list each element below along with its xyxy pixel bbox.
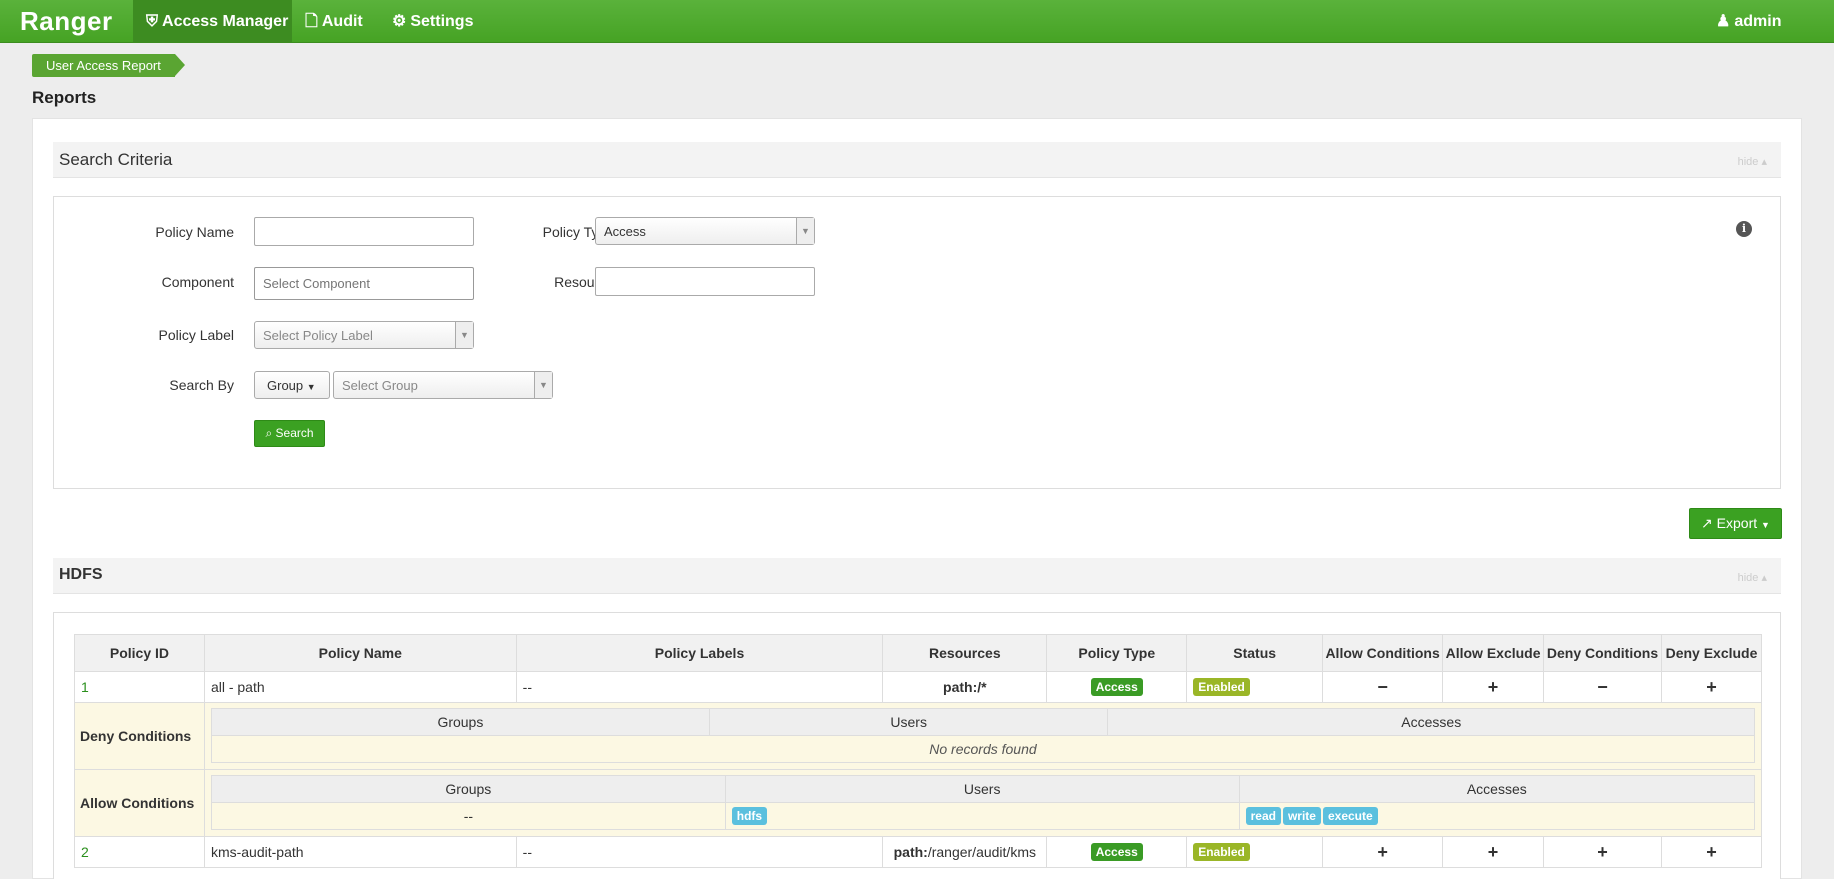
- search-criteria-form: i Policy Name Policy Type Access ▼ Compo…: [53, 196, 1781, 489]
- empty-state-message: No records found: [210, 735, 1756, 763]
- component-label: Component: [161, 274, 234, 290]
- hdfs-section-title: HDFS: [59, 566, 103, 583]
- col-header[interactable]: Policy Name: [203, 634, 517, 672]
- expand-icon[interactable]: +: [1488, 677, 1499, 697]
- status-badge: Enabled: [1193, 843, 1250, 861]
- component-input[interactable]: [254, 267, 474, 300]
- resources-cell: path:/ranger/audit/kms: [882, 836, 1048, 868]
- user-badge: hdfs: [731, 807, 768, 825]
- breadcrumb[interactable]: User Access Report: [32, 54, 185, 77]
- col-header[interactable]: Allow Exclude: [1442, 634, 1545, 672]
- expand-icon[interactable]: +: [1488, 842, 1499, 862]
- policy-type-badge: Access: [1090, 678, 1143, 696]
- col-header: Users: [708, 708, 1109, 736]
- col-header: Groups: [210, 708, 710, 736]
- collapse-icon[interactable]: −: [1597, 677, 1608, 697]
- table-header-row: Policy ID Policy Name Policy Labels Reso…: [74, 634, 1763, 672]
- policy-labels-cell: --: [515, 836, 884, 868]
- access-badge: execute: [1322, 807, 1378, 825]
- policy-label-select[interactable]: Select Policy Label ▼: [254, 321, 474, 349]
- table-row: 1 all - path -- path:/* Access Enabled −…: [74, 671, 1763, 703]
- deny-conditions-row: Deny Conditions Groups Users Accesses No…: [74, 702, 1763, 770]
- policy-id-link[interactable]: 2: [81, 844, 89, 860]
- col-header[interactable]: Deny Exclude: [1660, 634, 1763, 672]
- col-header: Groups: [210, 775, 726, 803]
- nav-audit[interactable]: 🗋 Audit: [305, 0, 363, 43]
- policy-name-cell: kms-audit-path: [203, 836, 517, 868]
- search-by-label: Search By: [169, 377, 234, 393]
- search-criteria-title: Search Criteria: [59, 150, 173, 169]
- chevron-down-icon: ▼: [796, 218, 814, 244]
- search-by-mode-dropdown[interactable]: Group ▼: [254, 371, 330, 399]
- policy-name-cell: all - path: [203, 671, 517, 703]
- expand-icon[interactable]: +: [1706, 842, 1717, 862]
- chevron-down-icon: ▼: [455, 322, 473, 348]
- resources-cell: path:/*: [882, 671, 1048, 703]
- policy-type-select[interactable]: Access ▼: [595, 217, 815, 245]
- search-criteria-header: Search Criteria hide ▴: [53, 142, 1781, 178]
- file-icon: 🗋: [305, 13, 318, 30]
- col-header[interactable]: Policy Type: [1046, 634, 1188, 672]
- search-criteria-hide-toggle[interactable]: hide ▴: [1738, 155, 1767, 168]
- col-header: Accesses: [1238, 775, 1756, 803]
- access-badge: write: [1282, 807, 1321, 825]
- user-menu[interactable]: ♟ admin: [1716, 0, 1781, 43]
- policy-name-input[interactable]: [254, 217, 474, 246]
- col-header[interactable]: Status: [1186, 634, 1324, 672]
- expand-icon[interactable]: +: [1706, 677, 1717, 697]
- users-cell: hdfs: [724, 802, 1240, 830]
- search-button[interactable]: ⌕ Search: [254, 420, 325, 447]
- top-navbar: Ranger ⛨ Access Manager 🗋 Audit ⚙ Settings …: [0, 0, 1834, 43]
- policy-labels-cell: --: [515, 671, 884, 703]
- brand-logo[interactable]: Ranger: [20, 6, 113, 37]
- policy-label-label: Policy Label: [158, 327, 235, 343]
- col-header[interactable]: Deny Conditions: [1543, 634, 1662, 672]
- expand-icon[interactable]: +: [1597, 842, 1608, 862]
- deny-conditions-label: Deny Conditions: [74, 702, 205, 770]
- policy-name-label: Policy Name: [155, 224, 234, 240]
- col-header[interactable]: Policy ID: [74, 634, 205, 672]
- search-icon: ⌕: [265, 426, 273, 440]
- caret-down-icon: ▼: [1761, 520, 1770, 530]
- resource-input[interactable]: [595, 267, 815, 296]
- deny-conditions-table: Groups Users Accesses No records found: [210, 708, 1756, 763]
- export-button[interactable]: ↗ Export ▼: [1689, 508, 1782, 539]
- chevron-down-icon: ▼: [534, 372, 552, 398]
- gear-icon: ⚙: [392, 13, 407, 30]
- allow-conditions-row: Allow Conditions Groups Users Accesses -…: [74, 769, 1763, 837]
- hdfs-section-header: HDFS hide ▴: [53, 558, 1781, 594]
- select-group-dropdown[interactable]: Select Group ▼: [333, 371, 553, 399]
- page-title: Reports: [32, 88, 97, 107]
- hdfs-hide-toggle[interactable]: hide ▴: [1738, 571, 1767, 584]
- shield-icon: ⛨: [146, 13, 159, 30]
- hdfs-policy-table: Policy ID Policy Name Policy Labels Reso…: [74, 634, 1763, 868]
- table-row: 2 kms-audit-path -- path:/ranger/audit/k…: [74, 836, 1763, 868]
- caret-down-icon: ▼: [306, 382, 316, 392]
- allow-conditions-label: Allow Conditions: [74, 769, 205, 837]
- access-badge: read: [1245, 807, 1281, 825]
- nav-settings[interactable]: ⚙ Settings: [392, 0, 473, 43]
- export-icon: ↗: [1701, 515, 1713, 531]
- accesses-cell: read write execute: [1238, 802, 1756, 830]
- col-header: Users: [724, 775, 1240, 803]
- nav-access-manager[interactable]: ⛨ Access Manager: [133, 0, 292, 43]
- collapse-icon[interactable]: −: [1377, 677, 1388, 697]
- col-header[interactable]: Policy Labels: [515, 634, 884, 672]
- policy-type-badge: Access: [1090, 843, 1143, 861]
- allow-conditions-table: Groups Users Accesses -- hdfs read write e…: [210, 775, 1756, 830]
- col-header: Accesses: [1107, 708, 1755, 736]
- info-icon[interactable]: i: [1736, 221, 1752, 237]
- policy-id-link[interactable]: 1: [81, 679, 89, 695]
- user-icon: ♟: [1716, 13, 1731, 30]
- status-badge: Enabled: [1193, 678, 1250, 696]
- groups-cell: --: [210, 802, 726, 830]
- col-header[interactable]: Resources: [882, 634, 1048, 672]
- expand-icon[interactable]: +: [1377, 842, 1388, 862]
- col-header[interactable]: Allow Conditions: [1322, 634, 1444, 672]
